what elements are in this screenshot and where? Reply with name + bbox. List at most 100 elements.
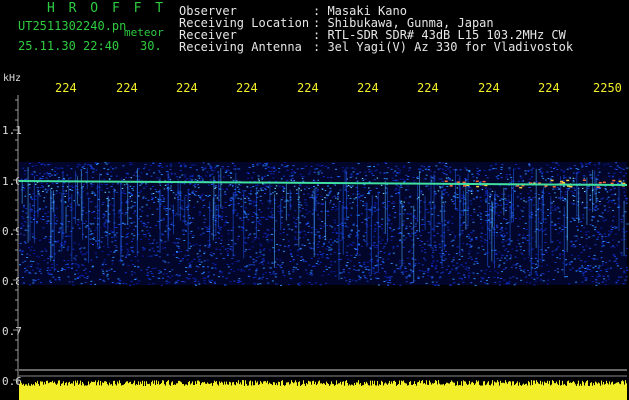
noise-pixel — [211, 233, 213, 235]
noise-pixel — [567, 189, 570, 191]
noise-pixel — [262, 267, 265, 269]
level-column — [80, 380, 81, 400]
noise-pixel — [420, 241, 423, 242]
noise-pixel — [179, 260, 182, 262]
noise-pixel — [231, 257, 234, 259]
noise-pixel — [449, 170, 452, 172]
noise-pixel — [532, 197, 535, 199]
noise-pixel — [146, 230, 149, 232]
noise-pixel — [622, 168, 625, 170]
noise-pixel — [575, 281, 578, 283]
noise-pixel — [320, 254, 322, 256]
level-column — [222, 382, 223, 400]
noise-pixel — [401, 271, 404, 273]
noise-pixel — [473, 263, 476, 265]
noise-pixel — [105, 210, 108, 212]
noise-pixel — [54, 167, 57, 169]
noise-pixel — [602, 275, 605, 277]
hrofft-window: H R O F F T UT2511302240.pn meteor 25.11… — [0, 0, 629, 400]
noise-pixel — [327, 258, 330, 259]
noise-pixel — [432, 249, 435, 251]
noise-pixel — [84, 163, 87, 165]
noise-pixel — [388, 279, 391, 281]
noise-pixel — [480, 277, 483, 279]
noise-pixel — [84, 281, 87, 283]
noise-pixel — [111, 241, 114, 243]
noise-pixel — [421, 219, 424, 221]
noise-pixel — [187, 254, 190, 256]
noise-pixel — [111, 198, 114, 199]
noise-pixel — [266, 235, 269, 237]
noise-pixel — [484, 241, 486, 243]
noise-pixel — [524, 236, 527, 238]
noise-pixel — [454, 235, 457, 237]
noise-pixel — [394, 189, 397, 191]
level-column — [395, 381, 396, 400]
noise-pixel — [400, 186, 403, 188]
noise-pixel — [207, 276, 210, 278]
noise-pixel — [163, 206, 166, 208]
noise-pixel — [623, 270, 626, 272]
noise-pixel — [242, 190, 245, 192]
noise-pixel — [43, 237, 46, 239]
noise-pixel — [138, 218, 140, 220]
noise-pixel — [181, 174, 184, 176]
noise-pixel — [183, 240, 186, 241]
noise-pixel — [308, 225, 311, 227]
noise-pixel — [475, 238, 478, 240]
noise-pixel — [227, 233, 230, 235]
noise-pixel — [46, 216, 49, 218]
noise-pixel — [585, 278, 588, 280]
noise-pixel — [259, 200, 262, 202]
noise-pixel — [557, 164, 560, 166]
noise-pixel — [337, 192, 340, 194]
noise-pixel — [562, 171, 565, 173]
noise-pixel — [613, 226, 616, 228]
noise-pixel — [215, 185, 217, 186]
noise-pixel — [466, 236, 468, 238]
noise-pixel — [178, 251, 181, 253]
noise-pixel — [505, 232, 508, 234]
noise-pixel — [431, 276, 434, 278]
noise-pixel — [258, 277, 261, 279]
noise-pixel — [299, 276, 302, 278]
noise-pixel — [325, 268, 328, 270]
level-column — [335, 384, 336, 400]
level-column — [76, 382, 77, 400]
level-column — [623, 381, 624, 400]
level-column — [212, 385, 213, 400]
noise-pixel — [164, 230, 167, 232]
noise-pixel — [86, 164, 89, 166]
noise-pixel — [262, 164, 265, 165]
noise-pixel — [132, 186, 135, 188]
noise-pixel — [595, 284, 598, 286]
noise-pixel — [504, 240, 507, 242]
noise-pixel — [189, 264, 192, 265]
level-column — [346, 380, 347, 400]
noise-pixel — [402, 166, 405, 168]
noise-pixel — [246, 196, 249, 198]
noise-pixel — [47, 174, 50, 176]
noise-pixel — [81, 166, 84, 168]
noise-pixel — [121, 260, 123, 262]
noise-pixel — [245, 229, 248, 231]
noise-pixel — [528, 164, 531, 166]
noise-pixel — [504, 235, 506, 237]
noise-pixel — [572, 181, 575, 183]
noise-pixel — [540, 167, 543, 169]
level-column — [349, 384, 350, 400]
noise-pixel — [407, 189, 410, 191]
noise-pixel — [384, 271, 386, 272]
noise-pixel — [574, 189, 577, 191]
noise-pixel — [20, 227, 23, 229]
level-column — [124, 384, 125, 400]
level-column — [404, 382, 405, 400]
noise-pixel — [208, 175, 211, 177]
noise-pixel — [296, 250, 299, 252]
noise-pixel — [507, 244, 510, 246]
noise-pixel — [129, 197, 132, 199]
noise-pixel — [174, 242, 177, 244]
level-column — [132, 384, 133, 400]
noise-pixel — [585, 166, 588, 167]
noise-pixel — [501, 271, 503, 273]
